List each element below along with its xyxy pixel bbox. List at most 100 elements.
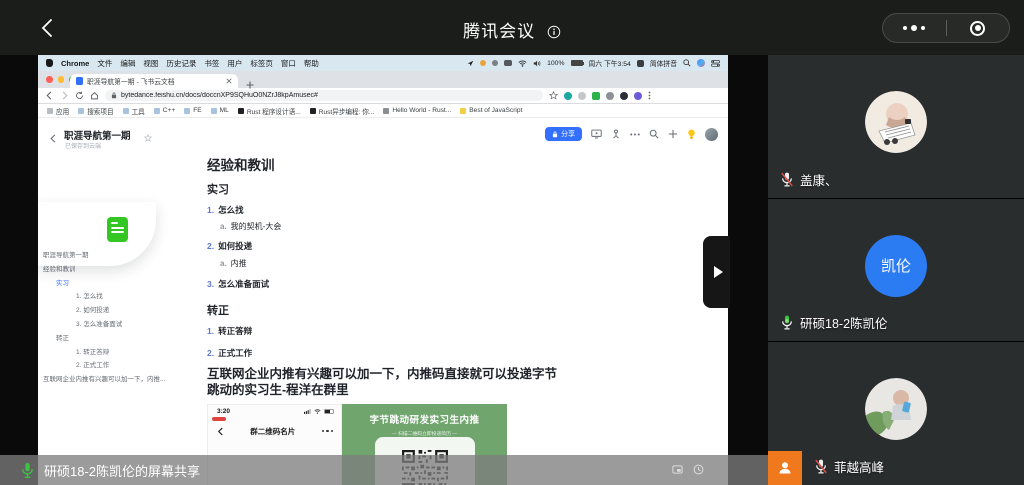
new-tab-icon[interactable] — [246, 76, 254, 94]
forward-nav-icon[interactable] — [60, 91, 69, 100]
phone-navbar: 群二维码名片 — [208, 423, 341, 439]
outline-item[interactable]: 2. 正式工作 — [43, 359, 205, 373]
bookmark-folder[interactable]: C++ — [154, 107, 175, 114]
play-arrow-icon — [714, 266, 723, 278]
clock-icon[interactable] — [693, 464, 704, 475]
more-icon[interactable] — [630, 133, 640, 136]
doc-save-status: 已保存到云端 — [65, 141, 101, 150]
address-bar[interactable]: bytedance.feishu.cn/docs/doccnXP9SQHuO0N… — [105, 90, 543, 101]
menu-item-window[interactable]: 窗口 — [281, 58, 296, 69]
banner-actions — [672, 464, 704, 475]
wifi-icon — [518, 60, 527, 67]
menu-item-file[interactable]: 文件 — [97, 58, 112, 69]
menu-item-chrome[interactable]: Chrome — [61, 59, 89, 68]
siri-icon[interactable] — [697, 59, 705, 67]
menu-item-history[interactable]: 历史记录 — [166, 58, 196, 69]
doc-star-icon[interactable] — [144, 129, 152, 147]
extension-icon[interactable] — [564, 92, 572, 100]
wifi-icon — [314, 409, 321, 414]
browser-tab[interactable]: 职涯导航第一期 - 飞书云文档 — [70, 74, 238, 88]
phone-more-icon — [322, 430, 334, 433]
ime-label[interactable]: 简体拼音 — [650, 58, 677, 68]
tab-title: 职涯导航第一期 - 飞书云文档 — [87, 76, 222, 86]
participant-name: 盖康、 — [800, 170, 838, 189]
participant-tile[interactable]: 菲越高峰 — [768, 342, 1024, 485]
battery-icon — [571, 60, 583, 66]
participant-tile[interactable]: 盖康、 — [768, 55, 1024, 198]
doc-back-icon[interactable] — [49, 130, 57, 148]
list-item: 2.如何投递 — [207, 240, 252, 252]
extension-icon[interactable] — [620, 92, 628, 100]
extension-icon[interactable] — [592, 92, 600, 100]
control-center-icon[interactable] — [711, 60, 720, 67]
doc-heading: 经验和教训 — [207, 154, 275, 174]
participant-avatar — [865, 91, 927, 153]
signal-icon — [304, 409, 311, 414]
spotlight-search-icon[interactable] — [683, 59, 691, 67]
list-item: 1.转正答辩 — [207, 325, 252, 337]
search-icon[interactable] — [649, 129, 659, 139]
chrome-menu-icon[interactable] — [648, 91, 651, 100]
outline-item[interactable]: 2. 如何投递 — [43, 304, 205, 318]
bookmarks-bar: 应用 搜索项目 工具 C++ FE ML Rust 程序设计语... Rust异… — [38, 104, 728, 118]
dot-icon — [921, 26, 925, 30]
menu-item-edit[interactable]: 编辑 — [120, 58, 135, 69]
back-nav-icon[interactable] — [45, 91, 54, 100]
bookmark-folder[interactable]: 工具 — [123, 106, 145, 116]
minimize-window-icon[interactable] — [58, 76, 65, 83]
outline-item[interactable]: 互联网企业内推有兴趣可以加一下，内推... — [43, 373, 205, 387]
sidebar-expand-handle[interactable] — [703, 236, 730, 308]
outline-item[interactable]: 1. 转正答辩 — [43, 346, 205, 360]
outline-item[interactable]: 转正 — [43, 332, 205, 346]
target-icon — [970, 21, 985, 36]
status-icon — [480, 60, 486, 66]
menu-item-profiles[interactable]: 用户 — [227, 58, 242, 69]
display-icon — [504, 60, 512, 66]
participant-tile[interactable]: 凯伦 研硕18-2陈凯伦 — [768, 199, 1024, 342]
bookmark-folder[interactable]: FE — [184, 107, 201, 114]
home-icon[interactable] — [90, 91, 99, 100]
phone-nav-title: 群二维码名片 — [224, 426, 322, 437]
info-icon[interactable] — [547, 24, 561, 44]
menu-item-view[interactable]: 视图 — [143, 58, 158, 69]
miniprogram-capsule — [882, 13, 1010, 43]
apple-icon[interactable] — [46, 59, 53, 67]
outline-item-active[interactable]: 实习 — [43, 277, 205, 291]
extension-icon[interactable] — [606, 92, 614, 100]
bulb-icon[interactable] — [687, 129, 696, 140]
present-icon[interactable] — [591, 129, 602, 139]
mindnote-icon[interactable] — [611, 129, 621, 139]
outline-item[interactable]: 3. 怎么准备面试 — [43, 318, 205, 332]
outline-item[interactable]: 1. 怎么找 — [43, 290, 205, 304]
bookmark-helloworld[interactable]: Hello World - Rust... — [383, 107, 451, 114]
bookmark-folder[interactable]: ML — [211, 107, 229, 114]
bookmark-star-icon[interactable] — [549, 91, 558, 100]
bookmark-rust[interactable]: Rust 程序设计语... — [238, 106, 301, 116]
feishu-doc-favicon — [76, 77, 83, 85]
close-tab-icon[interactable] — [226, 78, 232, 84]
bookmark-bestjs[interactable]: Best of JavaScript — [460, 107, 522, 114]
profile-avatar-icon[interactable] — [634, 92, 642, 100]
folder-icon — [154, 108, 160, 114]
close-window-icon[interactable] — [46, 76, 53, 83]
more-options-button[interactable] — [883, 14, 946, 42]
fullscreen-icon[interactable] — [672, 464, 683, 475]
dot-icon — [911, 25, 917, 31]
menu-item-help[interactable]: 帮助 — [304, 58, 319, 69]
mic-on-icon — [20, 462, 35, 479]
extension-icon[interactable] — [578, 92, 586, 100]
ime-icon[interactable] — [637, 60, 644, 67]
outline-item[interactable]: 职涯导航第一期 — [43, 249, 205, 263]
reload-icon[interactable] — [75, 91, 84, 100]
phone-clock: 3:20 — [217, 408, 230, 415]
bookmark-apps[interactable]: 应用 — [47, 106, 69, 116]
battery-icon — [324, 409, 334, 414]
menu-item-tabs[interactable]: 标签页 — [250, 58, 273, 69]
capsule-close-button[interactable] — [947, 14, 1010, 42]
outline-item[interactable]: 经验和教训 — [43, 263, 205, 277]
bookmark-folder[interactable]: 搜索项目 — [78, 106, 113, 116]
add-icon[interactable] — [668, 129, 678, 139]
user-avatar[interactable] — [705, 128, 718, 141]
menu-item-bookmarks[interactable]: 书签 — [204, 58, 219, 69]
bookmark-rust-async[interactable]: Rust异步编程: 你... — [310, 106, 375, 116]
